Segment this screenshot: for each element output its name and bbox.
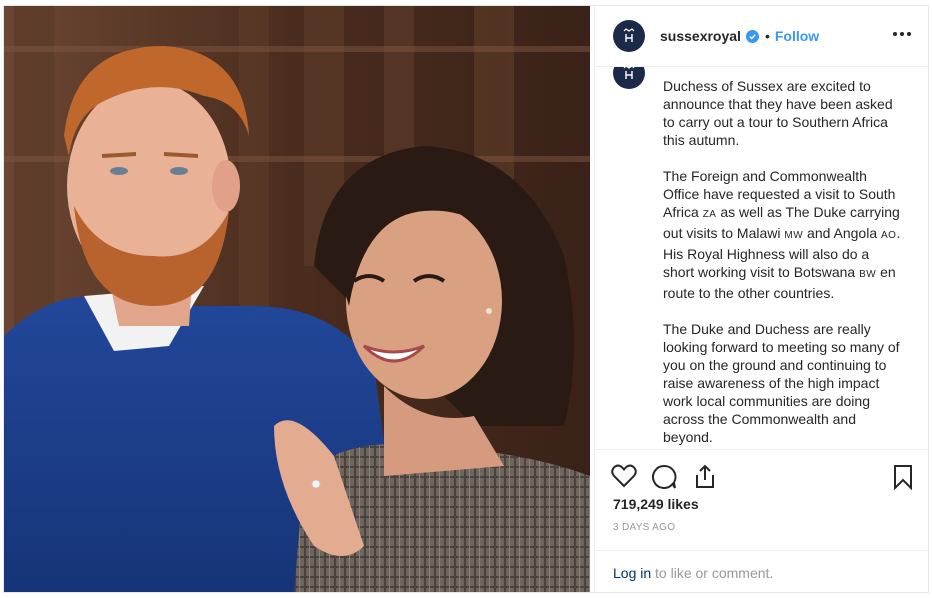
caption-avatar-icon[interactable] (613, 67, 645, 89)
more-options-icon[interactable] (889, 28, 915, 40)
share-icon[interactable] (693, 463, 717, 494)
likes-count[interactable]: 719,249 likes (613, 496, 699, 512)
flag-ao: AO (881, 230, 897, 241)
separator-dot: • (764, 28, 770, 44)
bookmark-icon[interactable] (893, 464, 913, 495)
post-actions: 719,249 likes 3 DAYS AGO Log in to like … (595, 449, 929, 593)
post-side-panel: sussexroyal • Follow Duchess of Sussex a… (594, 6, 929, 592)
login-prompt: Log in to like or comment. (595, 550, 929, 594)
heart-icon[interactable] (611, 464, 637, 493)
caption-paragraph-1: Duchess of Sussex are excited to announc… (663, 78, 893, 148)
verified-badge-icon (745, 29, 759, 43)
comment-icon[interactable] (651, 464, 677, 495)
caption-paragraph-2: The Foreign and Commonwealth Office have… (663, 168, 901, 301)
photo-illustration (4, 6, 590, 592)
post-timestamp[interactable]: 3 DAYS AGO (613, 522, 675, 533)
log-in-link[interactable]: Log in (613, 565, 651, 581)
caption-paragraph-3: The Duke and Duchess are really looking … (663, 321, 900, 445)
post-caption: Duchess of Sussex are excited to announc… (663, 77, 903, 449)
instagram-post: sussexroyal • Follow Duchess of Sussex a… (3, 5, 929, 593)
caption-scroll-area[interactable]: Duchess of Sussex are excited to announc… (595, 67, 929, 449)
username-link[interactable]: sussexroyal (660, 28, 741, 44)
follow-button[interactable]: Follow (775, 28, 819, 44)
post-header: sussexroyal • Follow (595, 6, 929, 67)
flag-za: ZA (702, 209, 717, 220)
flag-mw: MW (784, 230, 804, 241)
flag-bw: BW (859, 269, 877, 280)
post-photo[interactable] (4, 6, 590, 592)
royal-monogram-icon[interactable] (613, 20, 645, 52)
login-suffix-text: to like or comment. (651, 564, 774, 581)
